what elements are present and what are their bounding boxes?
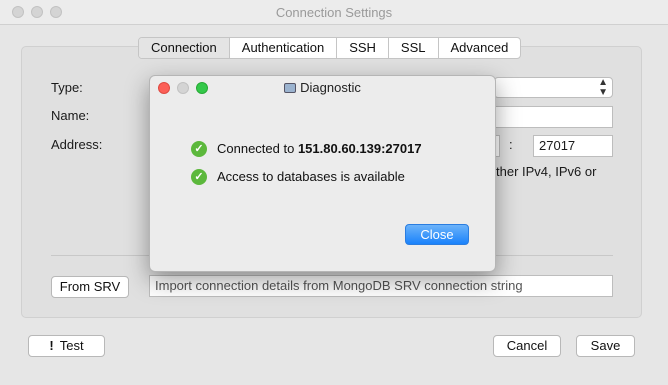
- address-hint: ther IPv4, IPv6 or: [496, 164, 597, 179]
- check-icon: ✓: [191, 141, 207, 157]
- tab-authentication[interactable]: Authentication: [230, 38, 338, 58]
- name-label: Name:: [51, 108, 90, 123]
- type-select[interactable]: ▲ ▼: [494, 77, 613, 98]
- test-button-label: Test: [59, 338, 84, 353]
- check-icon: ✓: [191, 169, 207, 185]
- tab-advanced[interactable]: Advanced: [439, 38, 521, 58]
- address-label: Address:: [51, 137, 103, 152]
- cancel-button[interactable]: Cancel: [493, 335, 561, 357]
- close-button[interactable]: Close: [405, 224, 469, 245]
- dialog-title: Diagnostic: [300, 80, 361, 95]
- select-arrows-icon: ▲ ▼: [598, 77, 608, 98]
- connected-host: 151.80.60.139:27017: [297, 141, 422, 156]
- tab-connection[interactable]: Connection: [139, 38, 230, 58]
- port-separator: :: [509, 137, 513, 152]
- access-message: Access to databases is available: [217, 169, 405, 184]
- tab-bar: Connection Authentication SSH SSL Advanc…: [138, 37, 522, 59]
- warning-icon: !: [49, 338, 54, 353]
- type-label: Type:: [51, 80, 83, 95]
- port-input[interactable]: 27017: [533, 135, 613, 157]
- monitor-icon: [284, 83, 297, 93]
- from-srv-button[interactable]: From SRV: [51, 276, 129, 298]
- dialog-title-wrap: Diagnostic: [150, 80, 495, 95]
- tab-ssh[interactable]: SSH: [337, 38, 389, 58]
- window-title: Connection Settings: [275, 5, 393, 20]
- tab-ssl[interactable]: SSL: [389, 38, 439, 58]
- name-input[interactable]: [494, 106, 613, 128]
- srv-string-input[interactable]: Import connection details from MongoDB S…: [149, 275, 613, 297]
- window-titlebar: Connection Settings: [0, 0, 668, 25]
- connected-message: Connected to 151.80.60.139:27017: [217, 141, 422, 156]
- test-button[interactable]: ! Test: [28, 335, 105, 357]
- save-button[interactable]: Save: [576, 335, 635, 357]
- connected-prefix: Connected to: [217, 141, 298, 156]
